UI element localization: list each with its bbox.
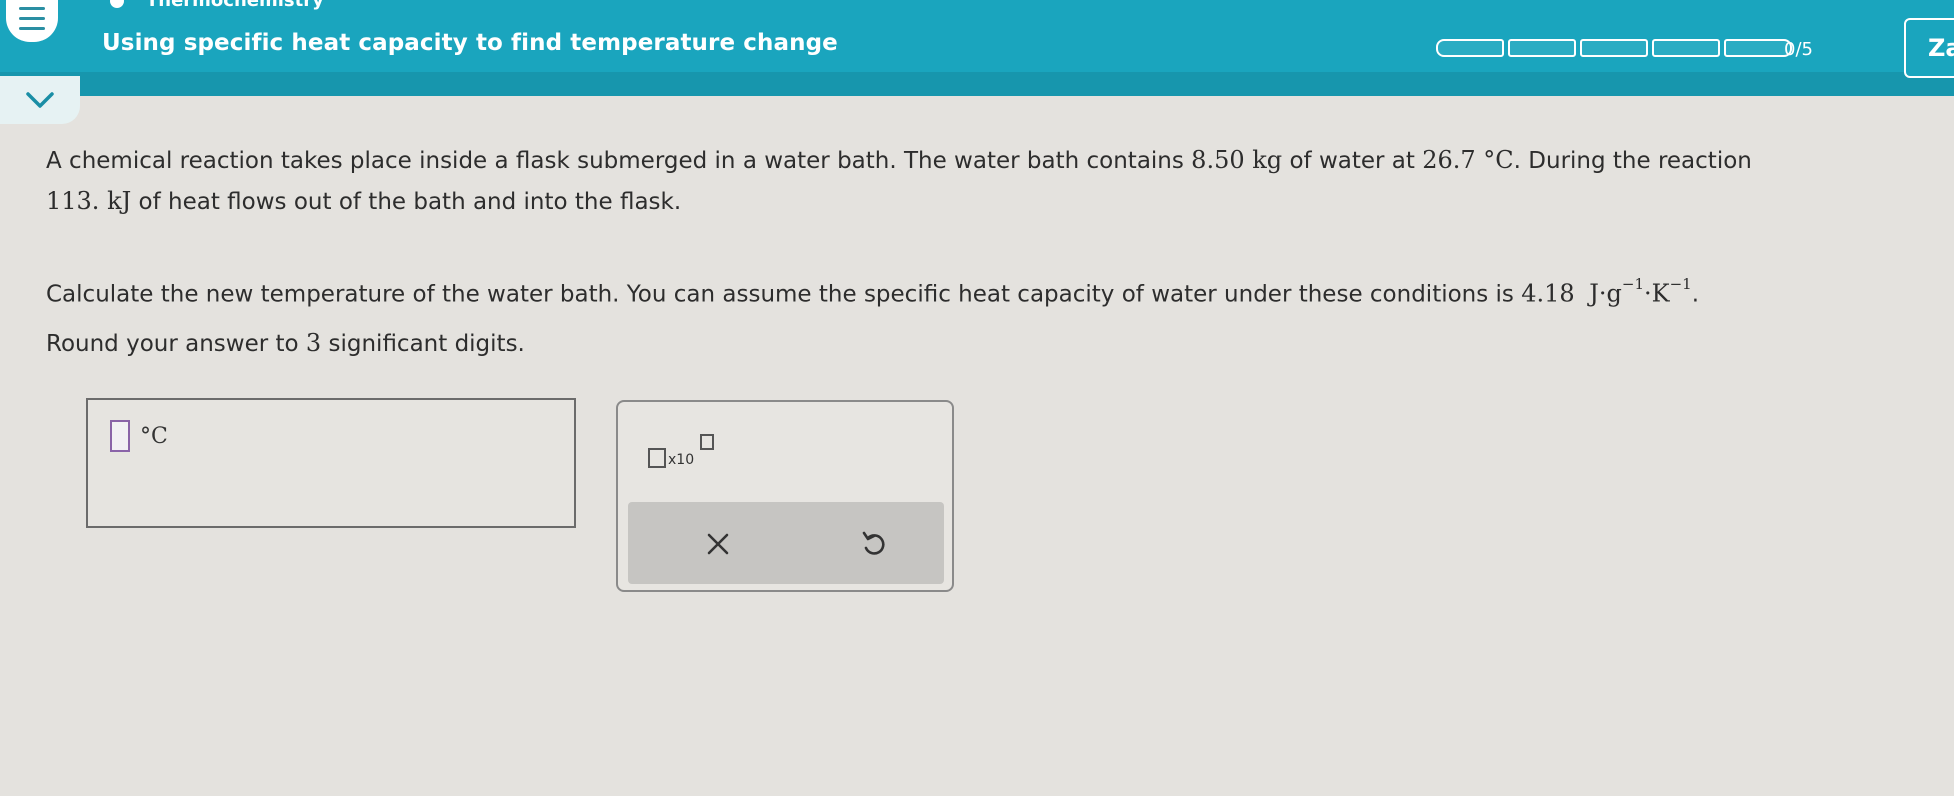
- sci-exponent-box: [700, 434, 714, 450]
- question-text: .: [1691, 281, 1700, 308]
- progress-segment: [1580, 39, 1648, 57]
- close-icon: [707, 533, 729, 555]
- undo-icon: [862, 531, 885, 555]
- answer-area: °C: [86, 398, 576, 528]
- answer-unit: °C: [140, 424, 168, 449]
- progress-segment: [1724, 39, 1792, 57]
- clear-button[interactable]: [688, 522, 748, 566]
- unit-exponent: −1: [1669, 275, 1692, 293]
- question-text: A chemical reaction takes place inside a…: [46, 148, 1192, 174]
- menu-icon[interactable]: [6, 0, 58, 42]
- sci-x10-label: x10: [668, 452, 695, 468]
- top-bar-shade: [0, 72, 1954, 96]
- subject-label: Thermochemistry: [146, 0, 324, 11]
- undo-button[interactable]: [844, 522, 904, 566]
- page-title: Using specific heat capacity to find tem…: [102, 30, 838, 56]
- math-toolbar: x10: [616, 400, 954, 592]
- progress-bar: [1436, 38, 1796, 58]
- subject-icon: [110, 0, 124, 8]
- action-bar: [628, 502, 944, 584]
- chevron-down-icon: [26, 92, 54, 108]
- question-text: Round your answer to: [46, 330, 306, 357]
- question-text: significant digits.: [321, 330, 525, 357]
- heat-capacity-value: 4.18: [1521, 279, 1575, 308]
- heat-value: 113. kJ: [46, 187, 132, 215]
- answer-input[interactable]: [110, 420, 130, 452]
- progress-segment: [1436, 39, 1504, 57]
- scientific-notation-button[interactable]: x10: [644, 430, 720, 474]
- user-avatar-button[interactable]: Za: [1904, 18, 1954, 78]
- question-text: of heat flows out of the bath and into t…: [131, 189, 682, 215]
- initial-temperature: 26.7 °C: [1422, 146, 1514, 174]
- question-paragraph-1: A chemical reaction takes place inside a…: [46, 140, 1946, 222]
- sci-base-box: [648, 448, 666, 468]
- heat-capacity-unit-j: J·g: [1589, 279, 1622, 308]
- mass-value: 8.50 kg: [1191, 146, 1283, 174]
- progress-segment: [1508, 39, 1576, 57]
- progress-count: 0/5: [1784, 39, 1813, 60]
- progress-segment: [1652, 39, 1720, 57]
- top-bar: Thermochemistry Using specific heat capa…: [0, 0, 1954, 96]
- collapse-toggle[interactable]: [0, 76, 80, 124]
- question-text: . During the reaction: [1513, 148, 1752, 174]
- question-text: Calculate the new temperature of the wat…: [46, 281, 1522, 308]
- heat-capacity-unit-k: ·K: [1644, 279, 1670, 308]
- unit-exponent: −1: [1621, 275, 1645, 293]
- question-paragraph-2: Calculate the new temperature of the wat…: [46, 264, 1946, 368]
- sig-figs-value: 3: [305, 328, 322, 357]
- question-text: of water at: [1282, 148, 1423, 174]
